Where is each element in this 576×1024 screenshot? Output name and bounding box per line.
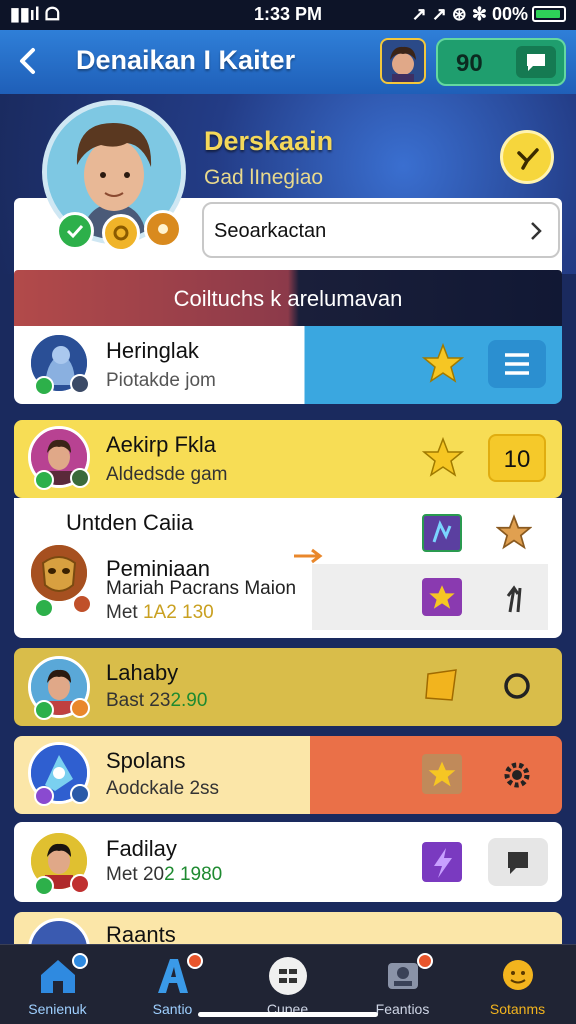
mask-avatar-icon bbox=[31, 545, 87, 601]
card-title: Lahaby bbox=[106, 660, 179, 685]
diamond-icon bbox=[425, 669, 457, 701]
section-title: Coiltuchs k arelumavan bbox=[173, 286, 403, 311]
nav-label: Senienuk bbox=[28, 1001, 87, 1017]
star-icon bbox=[422, 436, 464, 477]
nav-label: Sotanms bbox=[489, 1001, 546, 1017]
avatar-face-icon bbox=[390, 46, 416, 82]
chat-bubble-icon bbox=[527, 54, 545, 71]
notification-dot bbox=[72, 953, 88, 969]
star-badge-icon bbox=[496, 514, 532, 550]
profile-name: Derskaain bbox=[204, 126, 334, 156]
coin-count: 90 bbox=[456, 50, 483, 77]
avatar bbox=[28, 918, 90, 944]
chevron-right-icon bbox=[531, 222, 542, 240]
grid-menu-icon bbox=[269, 957, 307, 995]
page-title: Denaikan I Kaiter bbox=[76, 45, 296, 75]
count-badge[interactable]: 10 bbox=[488, 434, 546, 482]
list-item[interactable]: Heringlak Piotakde jom bbox=[14, 326, 562, 404]
list-item[interactable]: Lahaby Bast 232.90 bbox=[14, 648, 562, 726]
list-item[interactable]: Aekirp Fkla Aldedsde gam 10 bbox=[14, 420, 562, 498]
list-item[interactable]: Raants bbox=[14, 912, 562, 944]
cog-badge-icon bbox=[144, 210, 182, 248]
star-icon bbox=[422, 342, 464, 383]
card-stats: Met 1A2 130 bbox=[106, 602, 214, 624]
card-title: Raants bbox=[106, 922, 176, 944]
check-badge-icon bbox=[34, 376, 54, 396]
profile-subtitle: Gad lInegiao bbox=[204, 166, 324, 189]
card-subtitle: Met 202 1980 bbox=[106, 864, 222, 886]
section-header: Coiltuchs k arelumavan bbox=[14, 270, 562, 326]
header-avatar[interactable] bbox=[380, 38, 426, 84]
battery-icon bbox=[532, 6, 566, 22]
status-icons: ↗ ↗ ⊛ ✻ 00% bbox=[411, 4, 528, 24]
status-badge-icon bbox=[70, 468, 90, 488]
check-badge-icon bbox=[34, 470, 54, 490]
card-subtitle: Aldedsde gam bbox=[106, 464, 228, 485]
back-button[interactable] bbox=[12, 44, 46, 78]
action-fab-button[interactable] bbox=[500, 130, 554, 184]
chat-button[interactable] bbox=[516, 46, 556, 78]
card-title: Aekirp Fkla bbox=[106, 432, 217, 457]
status-badge-icon bbox=[70, 784, 90, 804]
stat-label: Bast 23 bbox=[106, 690, 171, 711]
list-item[interactable]: Fadilay Met 202 1980 bbox=[14, 822, 562, 902]
star-icon-button[interactable] bbox=[422, 754, 462, 794]
stat-label: Met bbox=[106, 602, 143, 623]
check-badge-icon bbox=[56, 212, 94, 250]
count-value: 10 bbox=[503, 446, 531, 473]
search-value: Seoarkactan bbox=[214, 220, 327, 242]
card-subtitle: Aodckale 2ss bbox=[106, 778, 220, 799]
music-icon-button[interactable] bbox=[422, 514, 462, 552]
card-subtitle: Bast 232.90 bbox=[106, 690, 207, 712]
gear-icon[interactable] bbox=[500, 758, 534, 792]
list-item-expanded[interactable]: Untden Caiia Peminiaan Mariah Pacrans Ma… bbox=[14, 498, 562, 638]
face-icon bbox=[503, 960, 533, 990]
chat-button[interactable] bbox=[488, 838, 548, 886]
home-indicator bbox=[198, 1012, 378, 1017]
stat-label: Met 20 bbox=[106, 864, 165, 885]
menu-lines-icon bbox=[505, 353, 529, 375]
gear-badge-icon bbox=[102, 214, 140, 252]
status-badge-icon bbox=[72, 594, 92, 614]
card-detail-line: Mariah Pacrans Maion bbox=[106, 578, 297, 599]
stat-value: 2.90 bbox=[170, 690, 208, 711]
list-item[interactable]: Spolans Aodckale 2ss bbox=[14, 736, 562, 814]
nav-tab-settings[interactable]: Sotanms bbox=[460, 945, 575, 1024]
check-badge-icon bbox=[34, 598, 54, 618]
card-title: Spolans bbox=[106, 748, 186, 773]
bolt-icon bbox=[434, 848, 452, 878]
star-icon bbox=[429, 585, 455, 609]
card-title: Heringlak bbox=[106, 338, 199, 363]
shield-badge-icon bbox=[34, 786, 54, 806]
music-note-icon bbox=[432, 520, 452, 543]
status-bar: ▮▮ıl ᗝ 1:33 PM ↗ ↗ ⊛ ✻ 00% bbox=[0, 0, 576, 30]
menu-button[interactable] bbox=[488, 340, 546, 388]
chat-bubble-icon bbox=[508, 852, 528, 874]
stat-value: 1A2 130 bbox=[142, 602, 214, 623]
star-icon bbox=[428, 761, 456, 787]
search-input[interactable]: Seoarkactan bbox=[202, 202, 560, 258]
card-subtitle: Piotakde jom bbox=[106, 370, 216, 391]
card-title: Fadilay bbox=[106, 836, 177, 861]
status-badge-icon bbox=[70, 698, 90, 718]
nav-tab-home[interactable]: Senienuk bbox=[0, 945, 115, 1024]
notification-dot bbox=[417, 953, 433, 969]
coin-balance-pill[interactable]: 90 bbox=[436, 38, 566, 86]
notification-dot bbox=[187, 953, 203, 969]
app-header: Denaikan I Kaiter 90 bbox=[0, 30, 576, 94]
chevron-left-icon bbox=[20, 48, 35, 74]
sort-icon[interactable] bbox=[502, 584, 530, 616]
arrow-right-icon bbox=[294, 548, 323, 564]
stat-value: 2 1980 bbox=[164, 864, 223, 885]
chat-bubble-icon[interactable] bbox=[500, 670, 534, 704]
star-icon-button[interactable] bbox=[422, 578, 462, 616]
check-badge-icon bbox=[34, 700, 54, 720]
status-badge-icon bbox=[70, 874, 90, 894]
check-badge-icon bbox=[34, 876, 54, 896]
chevron-tool-icon bbox=[517, 148, 539, 170]
card-title: Untden Caiia bbox=[66, 510, 194, 535]
bolt-icon-button[interactable] bbox=[422, 842, 462, 882]
status-badge-icon bbox=[70, 374, 90, 394]
